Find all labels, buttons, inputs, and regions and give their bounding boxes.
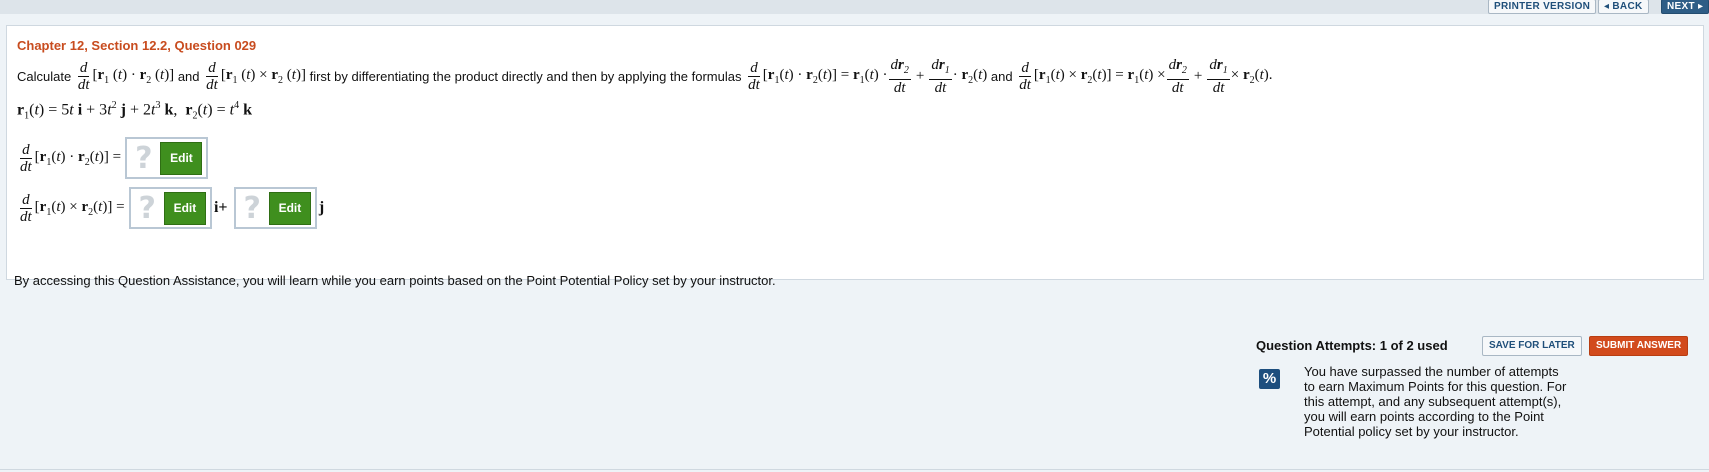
formula-cross-tail: × r2(t). <box>1230 66 1273 86</box>
calculate-text: Calculate <box>17 68 72 84</box>
answer-box-i[interactable]: ? Edit <box>128 187 212 229</box>
question-mark-icon: ? <box>138 190 156 226</box>
and-text: and <box>177 68 200 84</box>
dr2-dt: dr2 dt <box>888 56 911 96</box>
derivative-operator: d dt <box>206 59 218 93</box>
question-statement: Calculate d dt [r1 (t) · r2 (t)] and d dt … <box>17 56 1273 96</box>
expr-dot-product: [r1 (t) · r2 (t)] <box>92 66 175 86</box>
dr1-dt: dr1 dt <box>1207 56 1230 96</box>
expr-cross-product: [r1 (t) × r2 (t)] <box>220 66 306 86</box>
formula-dot: [r1(t) · r2(t)] = r1(t) · <box>762 66 888 86</box>
dr2-dt: dr2 dt <box>1166 56 1189 96</box>
answer-cross-label: [r1(t) × r2(t)] = <box>34 198 125 218</box>
back-button[interactable]: ◂ BACK <box>1598 0 1649 14</box>
given-functions: r1(t) = 5t i + 3t2 j + 2t3 k, r2(t) = t4… <box>17 100 252 122</box>
points-warning-text: You have surpassed the number of attempt… <box>1304 364 1567 439</box>
derivative-operator: d dt <box>77 59 90 93</box>
answer-row-cross: d dt [r1(t) × r2(t)] = ? Edit i+ ? Edit j <box>17 187 326 229</box>
question-panel: Chapter 12, Section 12.2, Question 029 C… <box>6 25 1704 280</box>
formula-dot-tail: · r2(t) <box>952 66 988 86</box>
question-attempts: Question Attempts: 1 of 2 used <box>1256 338 1448 353</box>
answer-dot-label: [r1(t) · r2(t)] = <box>34 148 122 168</box>
edit-button[interactable]: Edit <box>160 141 203 175</box>
edit-button[interactable]: Edit <box>268 191 311 225</box>
derivative-operator: d dt <box>1019 59 1031 93</box>
answer-box-j[interactable]: ? Edit <box>233 187 317 229</box>
answer-box-dot[interactable]: ? Edit <box>125 137 209 179</box>
derivative-operator: d dt <box>20 141 32 175</box>
derivative-operator: d dt <box>748 59 760 93</box>
formula-cross: [r1(t) × r2(t)] = r1(t) × <box>1033 66 1166 86</box>
unit-i-plus: i+ <box>213 199 228 216</box>
percent-icon: % <box>1259 369 1280 389</box>
divider <box>0 469 1709 470</box>
dr1-dt: dr1 dt <box>929 56 952 96</box>
derivative-operator: d dt <box>20 191 32 225</box>
question-mark-icon: ? <box>243 190 261 226</box>
submit-answer-button[interactable]: SUBMIT ANSWER <box>1589 336 1689 356</box>
save-for-later-button[interactable]: SAVE FOR LATER <box>1482 336 1582 356</box>
top-nav-bar <box>0 0 1709 14</box>
question-mark-icon: ? <box>135 140 153 176</box>
middle-text: first by differentiating the product dir… <box>309 68 742 84</box>
answer-row-dot: d dt [r1(t) · r2(t)] = ? Edit <box>17 137 209 179</box>
edit-button[interactable]: Edit <box>163 191 206 225</box>
assistance-info-text: By accessing this Question Assistance, y… <box>14 273 776 288</box>
next-button[interactable]: NEXT ▸ <box>1661 0 1709 14</box>
and-text-2: and <box>990 68 1013 84</box>
question-title: Chapter 12, Section 12.2, Question 029 <box>17 38 257 53</box>
unit-j: j <box>318 199 325 216</box>
printer-version-button[interactable]: PRINTER VERSION <box>1488 0 1597 14</box>
